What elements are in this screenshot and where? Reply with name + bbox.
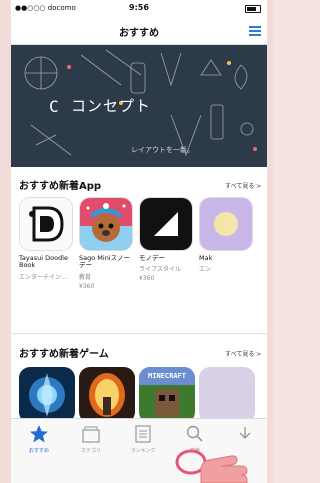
status-bar: ●●○○○ docomo 9:56 bbox=[11, 0, 267, 18]
app-name: Sago Miniスノーデー bbox=[79, 254, 131, 270]
right-margin bbox=[267, 0, 273, 483]
battery-icon bbox=[245, 5, 261, 13]
app-tile[interactable]: Tayasui Doodle Book エンターテイン… bbox=[19, 197, 74, 281]
app-price: ¥360 bbox=[79, 282, 95, 290]
app-icon-partial bbox=[199, 197, 253, 251]
app-icon-monoday bbox=[139, 197, 193, 251]
app-store-screen: ●●○○○ docomo 9:56 おすすめ C コンセプト レイアウトを一新。… bbox=[11, 0, 267, 483]
app-name: モノデー bbox=[139, 254, 165, 262]
app-category: エンターテイン… bbox=[19, 273, 68, 281]
banner-caption: レイアウトを一新。 bbox=[131, 146, 194, 154]
game-icon-portal[interactable] bbox=[79, 367, 135, 423]
tab-label: ランキング bbox=[130, 448, 156, 454]
star-icon bbox=[15, 423, 63, 445]
see-all-apps-link[interactable]: すべて見る > bbox=[225, 181, 261, 190]
app-tile[interactable]: モノデー ライフスタイル ¥360 bbox=[139, 197, 194, 282]
categories-icon bbox=[67, 423, 115, 445]
tab-label: カテゴリ bbox=[80, 448, 101, 454]
tab-featured[interactable]: おすすめ bbox=[15, 423, 63, 454]
app-name: Tayasui Doodle Book bbox=[19, 254, 68, 270]
tab-categories[interactable]: カテゴリ bbox=[67, 423, 115, 454]
game-icon-crystal[interactable] bbox=[19, 367, 75, 423]
clock: 9:56 bbox=[129, 3, 149, 12]
see-all-games-link[interactable]: すべて見る > bbox=[225, 349, 261, 358]
navigation-bar: おすすめ bbox=[11, 18, 267, 45]
section-title-new-apps: おすすめ新着App bbox=[19, 181, 102, 192]
app-name: Mak bbox=[199, 254, 213, 262]
featured-banner[interactable]: C コンセプト レイアウトを一新。 bbox=[11, 45, 267, 167]
app-category: ライフスタイル bbox=[139, 266, 182, 274]
concept-logo: C bbox=[49, 97, 59, 116]
tap-hand-illustration bbox=[175, 449, 248, 483]
app-tile[interactable]: Sago Miniスノーデー 教育 ¥360 bbox=[79, 197, 134, 290]
tab-ranking[interactable]: ランキング bbox=[119, 423, 167, 454]
app-tile[interactable]: Mak エン bbox=[199, 197, 254, 273]
carrier-label: ●●○○○ docomo bbox=[15, 4, 76, 12]
left-margin bbox=[0, 0, 11, 483]
app-icon-doodle bbox=[19, 197, 73, 251]
app-category: 教育 bbox=[79, 273, 92, 281]
app-price: ¥360 bbox=[139, 275, 155, 283]
tab-label: おすすめ bbox=[28, 448, 49, 454]
list-icon[interactable] bbox=[249, 26, 261, 36]
app-category: エン bbox=[199, 266, 212, 274]
game-icon-minecraft[interactable]: MINECRAFT bbox=[139, 367, 195, 423]
banner-title: コンセプト bbox=[71, 97, 152, 115]
app-icon-sago-mini bbox=[79, 197, 133, 251]
ranking-icon bbox=[119, 423, 167, 445]
section-title-new-games: おすすめ新着ゲーム bbox=[19, 349, 109, 360]
svg-text:MINECRAFT: MINECRAFT bbox=[148, 372, 186, 380]
device-frame: ●●○○○ docomo 9:56 おすすめ C コンセプト レイアウトを一新。… bbox=[0, 0, 273, 483]
page-title: おすすめ bbox=[119, 28, 159, 39]
game-icon-partial[interactable] bbox=[199, 367, 255, 423]
section-divider bbox=[11, 333, 267, 334]
